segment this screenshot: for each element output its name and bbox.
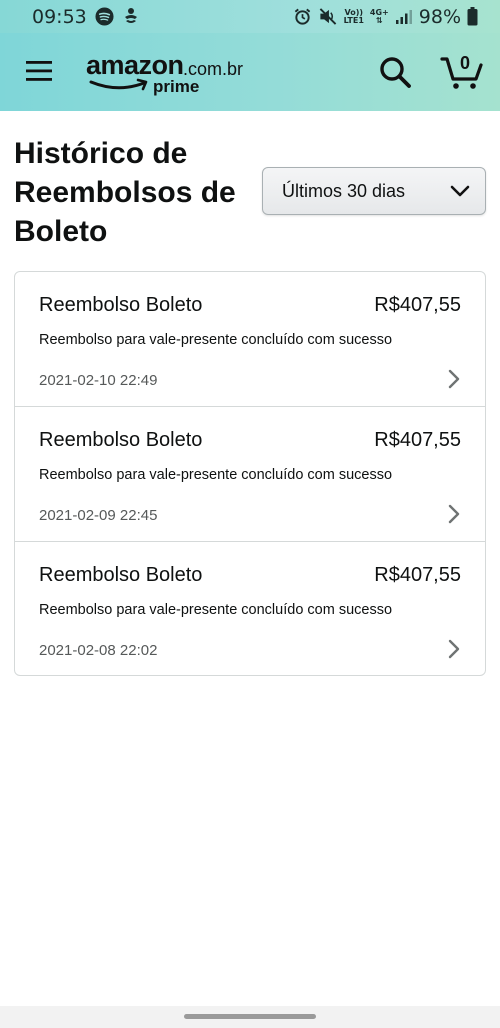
search-icon (380, 57, 411, 88)
chevron-right-icon (448, 639, 460, 659)
chevron-right-icon (448, 504, 460, 524)
date-filter-dropdown[interactable]: Últimos 30 dias (262, 167, 486, 215)
system-nav-bar (0, 1006, 500, 1028)
cart-button[interactable]: 0 (440, 51, 484, 95)
alarm-icon (293, 7, 312, 26)
mute-icon (318, 7, 338, 26)
status-left: 09:53 (32, 6, 140, 28)
menu-button[interactable] (24, 58, 54, 84)
home-gesture-handle[interactable] (184, 1014, 316, 1019)
battery-percent: 98% (418, 5, 461, 28)
refund-date: 2021-02-10 22:49 (39, 372, 158, 389)
menu-icon (26, 61, 52, 81)
refund-list-item[interactable]: Reembolso Boleto R$407,55 Reembolso para… (15, 407, 485, 542)
search-button[interactable] (378, 55, 412, 89)
refund-description: Reembolso para vale-presente concluído c… (39, 602, 393, 618)
amazon-prime-logo[interactable]: amazon .com.br prime (86, 50, 256, 100)
refund-date: 2021-02-08 22:02 (39, 642, 158, 659)
battery-icon (467, 7, 478, 26)
signal-icon (395, 9, 413, 25)
chevron-right-icon (448, 369, 460, 389)
app-header: amazon .com.br prime 0 (0, 33, 500, 111)
page-title: Histórico de Reembolsos de Boleto (14, 137, 236, 248)
refund-list-item[interactable]: Reembolso Boleto R$407,55 Reembolso para… (15, 542, 485, 675)
4g-icon: 4G+ ⇅ (369, 7, 389, 25)
logo-prime-text: prime (153, 77, 200, 96)
refund-description: Reembolso para vale-presente concluído c… (39, 467, 393, 483)
status-time: 09:53 (32, 5, 87, 28)
status-right: Vo)) LTE1 4G+ ⇅ 98% (293, 6, 478, 28)
refund-list-item[interactable]: Reembolso Boleto R$407,55 Reembolso para… (15, 272, 485, 407)
volte-icon: Vo)) LTE1 (343, 7, 364, 25)
refund-amount: R$407,55 (374, 429, 461, 451)
refund-title: Reembolso Boleto (39, 429, 203, 451)
spotify-icon (95, 7, 114, 26)
refund-title: Reembolso Boleto (39, 294, 203, 316)
cart-count: 0 (459, 53, 470, 73)
smile-arrow-icon (89, 78, 148, 91)
refund-list: Reembolso Boleto R$407,55 Reembolso para… (14, 271, 486, 676)
refund-title: Reembolso Boleto (39, 564, 203, 586)
refund-amount: R$407,55 (374, 294, 461, 316)
date-filter-value: Últimos 30 dias (282, 180, 406, 201)
status-bar: 09:53 Vo)) LTE1 4G+ ⇅ 98% (0, 0, 500, 33)
refund-description: Reembolso para vale-presente concluído c… (39, 332, 393, 348)
refund-date: 2021-02-09 22:45 (39, 507, 158, 524)
app-notification-icon (122, 7, 140, 26)
chevron-down-icon (450, 185, 470, 197)
refund-amount: R$407,55 (374, 564, 461, 586)
